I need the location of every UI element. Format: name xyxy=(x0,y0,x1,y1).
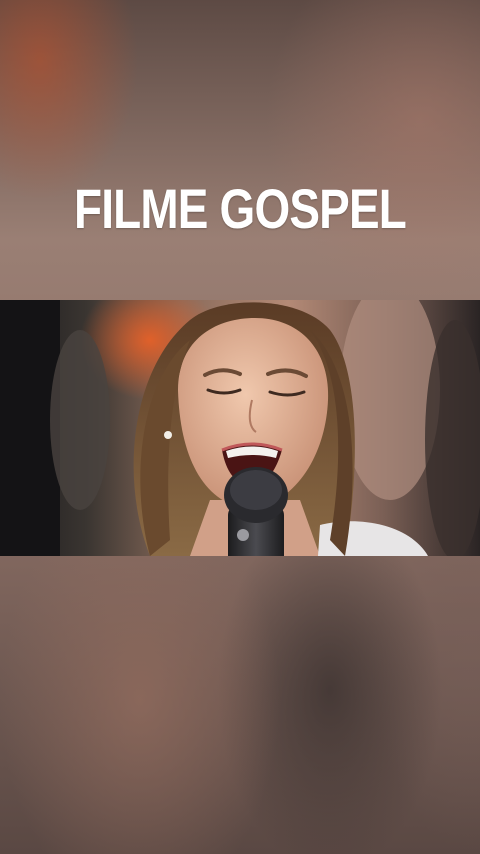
video-frame xyxy=(0,300,480,556)
singer-photo xyxy=(0,300,480,556)
video-title: FILME GOSPEL xyxy=(73,177,407,240)
